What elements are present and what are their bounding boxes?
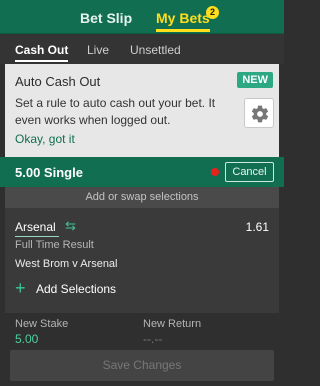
plus-icon[interactable]: +: [15, 279, 26, 297]
my-bets-count-badge: 2: [206, 6, 219, 19]
selection-market: Full Time Result: [15, 239, 94, 251]
stake-section: New Stake 5.00 New Return --.-- Save Cha…: [5, 313, 279, 386]
active-subtab-indicator: [15, 60, 69, 62]
save-changes-button[interactable]: Save Changes: [10, 350, 274, 381]
new-return-label: New Return: [143, 318, 202, 330]
new-stake-label: New Stake: [15, 318, 69, 330]
tab-bet-slip[interactable]: Bet Slip: [80, 0, 132, 34]
subtab-live[interactable]: Live: [87, 34, 109, 64]
header-bar: Bet Slip My Bets 2: [0, 0, 284, 34]
swap-selection-icon[interactable]: ⇆: [65, 218, 76, 234]
tab-my-bets-label: My Bets: [156, 10, 210, 26]
mybets-subnav: Cash Out Live Unsettled: [0, 34, 284, 64]
selection-name[interactable]: Arsenal: [15, 220, 56, 234]
new-badge: NEW: [237, 72, 273, 88]
bet-summary: 5.00 Single: [15, 165, 83, 180]
selection-event: West Brom v Arsenal: [15, 258, 118, 270]
auto-cash-out-settings-button[interactable]: [244, 98, 274, 128]
subtab-unsettled[interactable]: Unsettled: [130, 34, 181, 64]
gear-icon: [251, 105, 269, 123]
dismiss-promo-link[interactable]: Okay, got it: [15, 132, 75, 146]
live-indicator-icon: [211, 168, 219, 176]
selection-name-underline: [15, 236, 59, 237]
cancel-button[interactable]: Cancel: [225, 162, 274, 182]
new-stake-input[interactable]: 5.00: [15, 332, 38, 346]
active-tab-indicator: [156, 29, 210, 32]
tab-my-bets[interactable]: My Bets: [156, 0, 210, 34]
selection-odds: 1.61: [245, 220, 269, 234]
promo-title: Auto Cash Out: [15, 74, 101, 89]
subtab-cash-out[interactable]: Cash Out: [15, 34, 69, 64]
selection-card: Arsenal ⇆ 1.61 Full Time Result West Bro…: [5, 208, 279, 313]
promo-body: Set a rule to auto cash out your bet. It…: [15, 96, 216, 127]
bet-summary-bar: 5.00 Single Cancel: [0, 157, 284, 187]
subtab-cash-out-label: Cash Out: [15, 43, 69, 57]
add-selections-button[interactable]: Add Selections: [36, 282, 116, 296]
auto-cash-out-promo: Auto Cash Out NEW Set a rule to auto cas…: [5, 64, 279, 157]
new-return-value: --.--: [143, 332, 163, 346]
add-or-swap-banner[interactable]: Add or swap selections: [5, 187, 279, 208]
